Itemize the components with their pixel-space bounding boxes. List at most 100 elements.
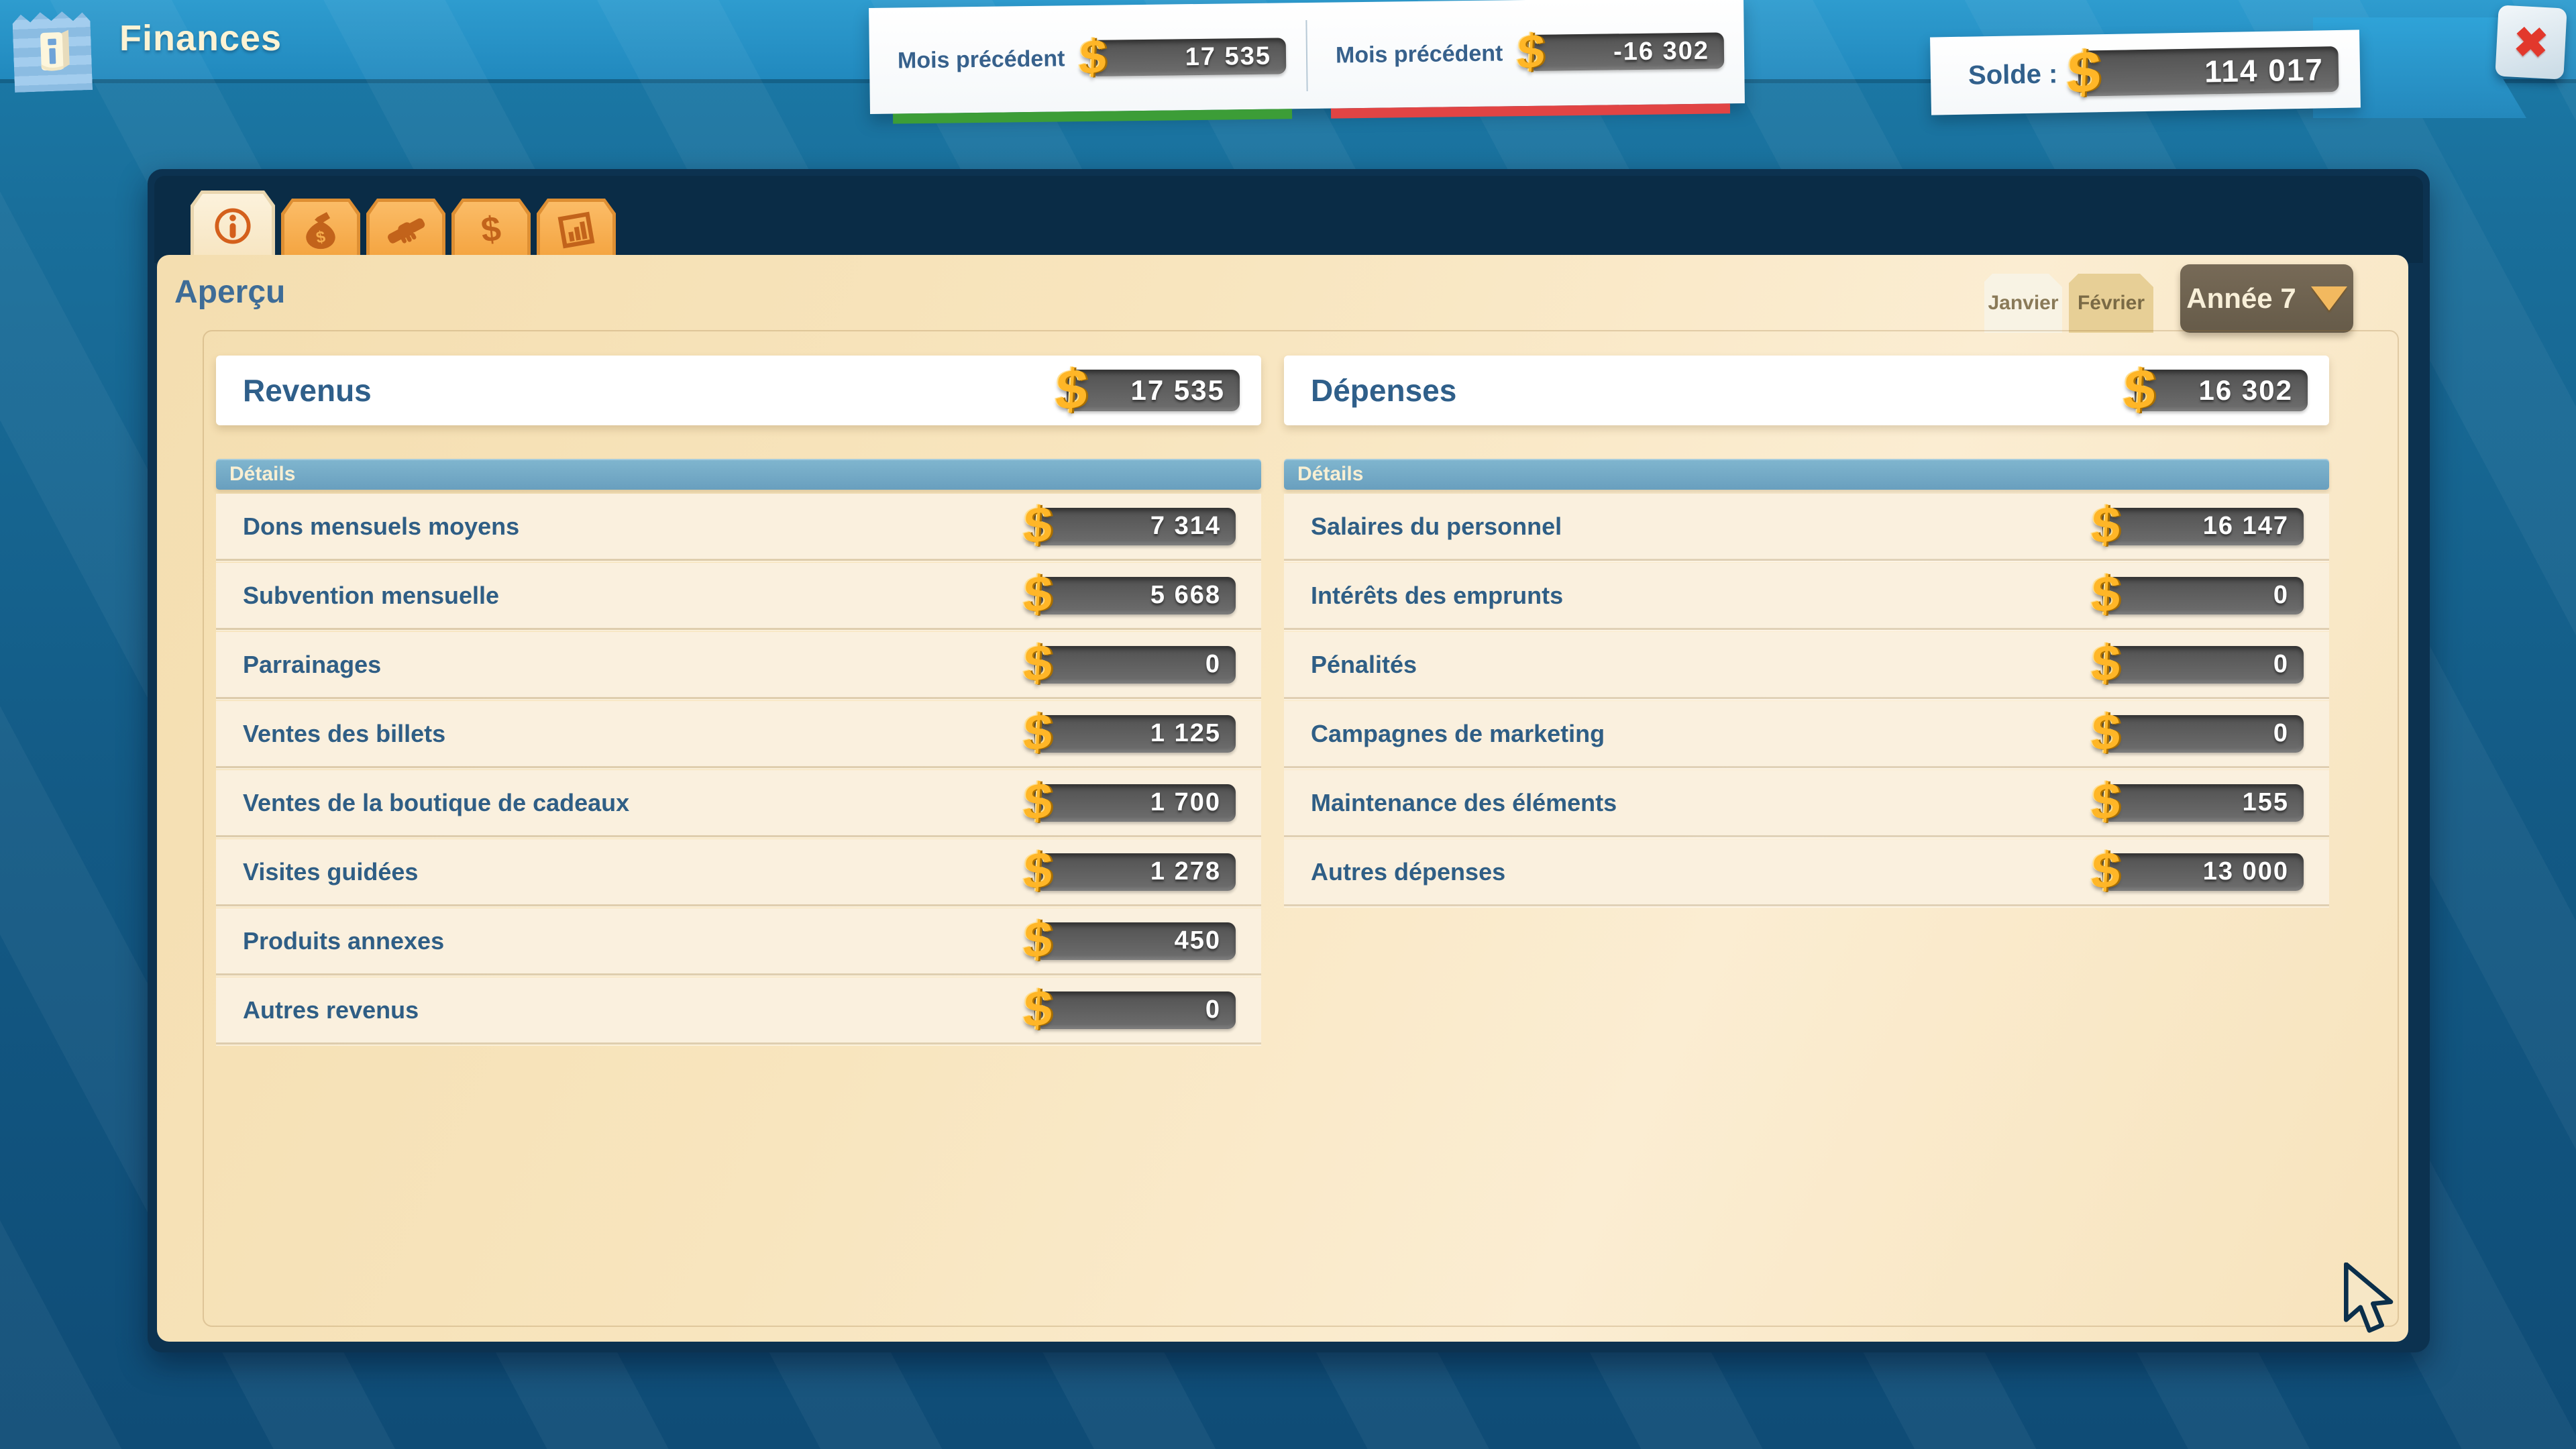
dollar-icon: $ <box>2090 706 2122 759</box>
amount-value: 0 <box>2273 719 2304 748</box>
amount-pill: $ 0 <box>2102 715 2304 753</box>
month-button-fevrier[interactable]: Février <box>2069 274 2153 333</box>
table-row: Dons mensuels moyens $ 7 314 <box>216 494 1261 559</box>
amount-value: 0 <box>2273 650 2304 679</box>
dollar-icon: $ <box>1022 568 1054 621</box>
row-label: Ventes des billets <box>243 720 445 748</box>
expense-amount-pill: $ -16 302 <box>1528 32 1725 71</box>
amount-value: 1 700 <box>1150 788 1236 817</box>
dollar-icon: $ <box>1022 775 1054 828</box>
amount-value: 5 668 <box>1150 581 1236 610</box>
tab-donations[interactable]: $ <box>281 199 360 258</box>
balance-label: Solde : <box>1968 59 2058 91</box>
income-details-header: Détails <box>216 459 1261 490</box>
row-label: Subvention mensuelle <box>243 582 499 610</box>
amount-pill: $ 450 <box>1034 922 1236 960</box>
table-row: Pénalités $ 0 <box>1284 632 2329 697</box>
book-icon <box>25 18 79 83</box>
amount-value: 1 125 <box>1150 719 1236 748</box>
dollar-icon: $ <box>1078 32 1107 83</box>
dollar-icon: $ <box>1022 844 1054 897</box>
previous-month-income-label: Mois précédent <box>898 46 1079 73</box>
previous-month-expense: Mois précédent $ -16 302 <box>1307 0 1745 109</box>
balance-banner: Solde : $ 114 017 <box>1930 30 2361 115</box>
row-label: Produits annexes <box>243 927 444 955</box>
row-label: Campagnes de marketing <box>1311 720 1605 748</box>
dollar-icon: $ <box>2123 360 2157 419</box>
amount-value: 0 <box>1205 650 1236 679</box>
bar-chart-icon <box>555 209 598 252</box>
table-row: Intérêts des emprunts $ 0 <box>1284 563 2329 628</box>
expenses-total-pill: $ 16 302 <box>2135 370 2308 411</box>
svg-text:$: $ <box>479 209 502 250</box>
year-selector-label: Année 7 <box>2186 282 2296 315</box>
tab-statistics-face <box>540 202 612 258</box>
table-row: Maintenance des éléments $ 155 <box>1284 770 2329 835</box>
tab-deals[interactable] <box>366 199 445 258</box>
panel-title: Aperçu <box>174 274 285 311</box>
monthly-summary-panel: Mois précédent $ 17 535 Mois précédent $… <box>869 0 1745 114</box>
tab-pricing[interactable]: $ <box>451 199 531 258</box>
tab-pricing-face: $ <box>455 202 527 258</box>
dollar-icon: $ <box>2090 498 2122 551</box>
expenses-total-value: 16 302 <box>2199 374 2308 407</box>
table-row: Visites guidées $ 1 278 <box>216 839 1261 904</box>
amount-value: 450 <box>1175 926 1236 955</box>
table-row: Parrainages $ 0 <box>216 632 1261 697</box>
dollar-icon: $ <box>1022 637 1054 690</box>
dollar-icon: $ <box>1022 913 1054 966</box>
table-row: Produits annexes $ 450 <box>216 908 1261 973</box>
page-title: Finances <box>119 17 282 59</box>
expense-indicator-bar <box>1331 103 1730 118</box>
amount-pill: $ 155 <box>2102 784 2304 822</box>
tab-statistics[interactable] <box>537 199 616 258</box>
row-label: Visites guidées <box>243 858 418 886</box>
amount-pill: $ 16 147 <box>2102 508 2304 545</box>
expenses-header-card: Dépenses $ 16 302 <box>1284 356 2329 425</box>
table-row: Ventes de la boutique de cadeaux $ 1 700 <box>216 770 1261 835</box>
amount-value: 0 <box>2273 581 2304 610</box>
month-button-janvier[interactable]: Janvier <box>1984 274 2062 333</box>
amount-pill: $ 5 668 <box>1034 577 1236 614</box>
mouse-cursor <box>2341 1263 2398 1346</box>
table-row: Autres revenus $ 0 <box>216 977 1261 1042</box>
dollar-icon: $ <box>2090 775 2122 828</box>
info-icon <box>211 205 254 248</box>
expense-amount-value: -16 302 <box>1613 36 1724 66</box>
amount-value: 0 <box>1205 996 1236 1024</box>
overview-panel: Aperçu Janvier Février Année 7 Revenus $… <box>157 255 2408 1342</box>
table-row: Salaires du personnel $ 16 147 <box>1284 494 2329 559</box>
year-selector[interactable]: Année 7 <box>2180 264 2353 333</box>
amount-pill: $ 0 <box>1034 991 1236 1029</box>
dollar-icon: $ <box>2090 844 2122 897</box>
table-row: Subvention mensuelle $ 5 668 <box>216 563 1261 628</box>
income-amount-pill: $ 17 535 <box>1090 38 1287 76</box>
balance-amount-value: 114 017 <box>2204 51 2339 89</box>
amount-value: 7 314 <box>1150 512 1236 541</box>
finances-screen: Finances Mois précédent $ 17 535 Mois pr… <box>0 0 2576 1449</box>
table-row: Autres dépenses $ 13 000 <box>1284 839 2329 904</box>
row-label: Ventes de la boutique de cadeaux <box>243 789 629 817</box>
amount-pill: $ 1 125 <box>1034 715 1236 753</box>
expenses-title: Dépenses <box>1311 372 1456 409</box>
dollar-icon: $ <box>1516 27 1545 78</box>
tab-deals-face <box>370 202 442 258</box>
previous-month-expense-label: Mois précédent <box>1336 41 1517 68</box>
close-button[interactable]: ✖ <box>2495 5 2567 79</box>
expenses-rows: Salaires du personnel $ 16 147 Intérêts … <box>1284 494 2329 904</box>
row-label: Autres dépenses <box>1311 858 1505 886</box>
row-label: Maintenance des éléments <box>1311 789 1617 817</box>
dollar-icon: $ <box>1022 982 1054 1035</box>
amount-value: 155 <box>2243 788 2304 817</box>
finances-window: $ <box>148 169 2430 1352</box>
balance-amount-pill: $ 114 017 <box>2078 46 2339 97</box>
income-total-pill: $ 17 535 <box>1067 370 1240 411</box>
income-rows: Dons mensuels moyens $ 7 314 Subvention … <box>216 494 1261 1042</box>
amount-pill: $ 0 <box>1034 646 1236 684</box>
income-total-value: 17 535 <box>1131 374 1240 407</box>
previous-month-income: Mois précédent $ 17 535 <box>869 3 1307 114</box>
tab-overview[interactable] <box>191 191 275 258</box>
row-label: Autres revenus <box>243 996 419 1024</box>
row-label: Parrainages <box>243 651 381 679</box>
tab-donations-face: $ <box>284 202 357 258</box>
